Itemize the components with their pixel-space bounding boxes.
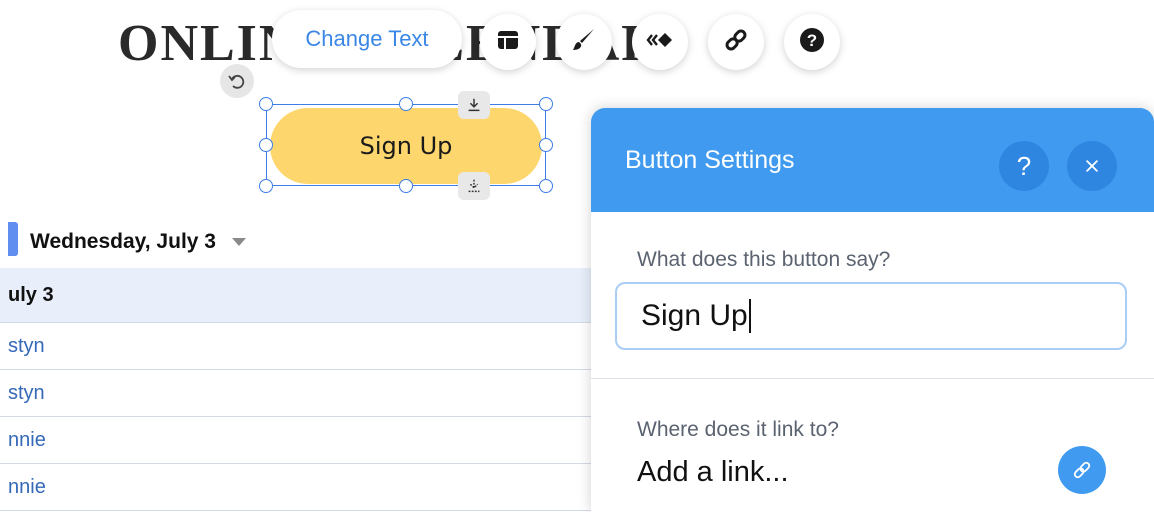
layout-button[interactable]: [480, 14, 536, 70]
date-header[interactable]: Wednesday, July 3: [30, 230, 246, 254]
resize-handle-left[interactable]: [259, 138, 273, 152]
resize-handle-bottom-left[interactable]: [259, 179, 273, 193]
list-item[interactable]: styn: [0, 323, 600, 370]
link-icon: [1073, 461, 1091, 479]
list-header: uly 3: [0, 268, 600, 323]
list-item[interactable]: nnie: [0, 464, 600, 511]
panel-title: Button Settings: [625, 145, 795, 174]
resize-handle-bottom[interactable]: [399, 179, 413, 193]
svg-text:?: ?: [807, 31, 817, 50]
link-label: Where does it link to?: [637, 418, 839, 441]
resize-handle-top-right[interactable]: [539, 97, 553, 111]
rotate-icon[interactable]: [220, 64, 254, 98]
button-settings-panel: Button Settings ? What does this button …: [591, 108, 1154, 512]
panel-header: Button Settings ?: [591, 108, 1154, 212]
layout-icon: [494, 26, 522, 59]
link-icon: [722, 26, 750, 59]
button-text-label: What does this button say?: [637, 248, 891, 271]
anchor-bottom-button[interactable]: [458, 172, 490, 200]
add-link-field[interactable]: Add a link...: [637, 456, 789, 489]
date-tab-marker: [8, 222, 18, 256]
resize-handle-top-left[interactable]: [259, 97, 273, 111]
list-item[interactable]: nnie: [0, 417, 600, 464]
panel-close-button[interactable]: [1067, 141, 1117, 191]
anchor-top-button[interactable]: [458, 91, 490, 119]
help-button[interactable]: ?: [784, 14, 840, 70]
add-link-button[interactable]: [1058, 446, 1106, 494]
change-text-button[interactable]: Change Text: [272, 10, 462, 68]
resize-handle-bottom-right[interactable]: [539, 179, 553, 193]
resize-handle-top[interactable]: [399, 97, 413, 111]
link-button[interactable]: [708, 14, 764, 70]
text-cursor: [748, 299, 751, 333]
animation-button[interactable]: [632, 14, 688, 70]
resize-handle-right[interactable]: [539, 138, 553, 152]
download-icon: [468, 179, 480, 193]
event-list: uly 3 styn styn nnie nnie: [0, 268, 600, 511]
download-icon: [468, 98, 480, 112]
close-icon: [1085, 159, 1099, 173]
caret-down-icon: [231, 238, 246, 246]
panel-help-button[interactable]: ?: [999, 141, 1049, 191]
question-icon: ?: [1016, 150, 1032, 181]
sign-up-button[interactable]: Sign Up: [270, 108, 542, 184]
button-text-input[interactable]: Sign Up: [615, 282, 1127, 350]
button-text-value: Sign Up: [641, 299, 748, 332]
design-button[interactable]: [556, 14, 612, 70]
animation-icon: [646, 26, 674, 59]
section-divider: [591, 378, 1154, 379]
design-brush-icon: [570, 26, 598, 59]
help-icon: ?: [798, 26, 826, 59]
date-header-label: Wednesday, July 3: [30, 230, 216, 253]
list-item[interactable]: styn: [0, 370, 600, 417]
